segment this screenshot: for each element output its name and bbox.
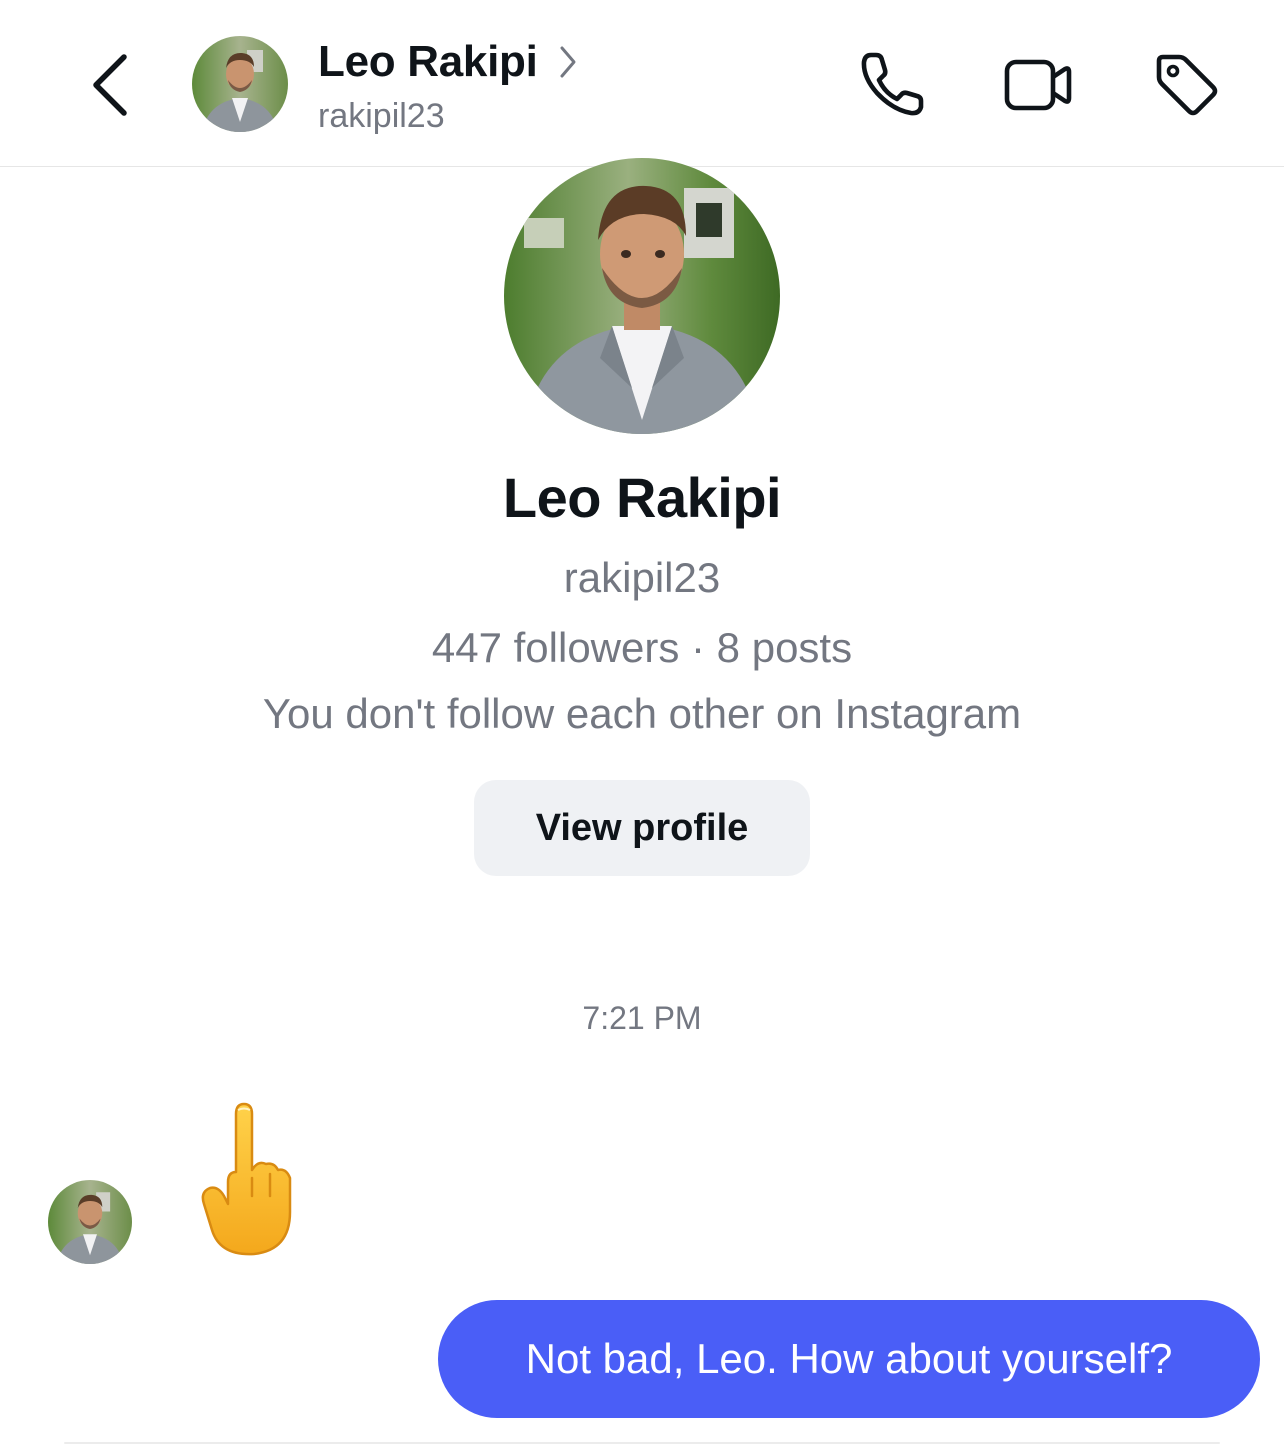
view-profile-button[interactable]: View profile [474,780,810,876]
follow-status: You don't follow each other on Instagram [262,690,1022,737]
audio-call-button[interactable] [852,44,932,124]
profile-avatar[interactable] [504,158,780,434]
chat-screen: Leo Rakipi rakipil23 Leo Rakipi rakipil2… [0,0,1284,1447]
contact-name-link[interactable]: Leo Rakipi [318,36,578,88]
avatar[interactable] [192,36,288,132]
tag-icon [1156,54,1218,116]
chevron-left-icon [93,54,127,116]
chat-header: Leo Rakipi rakipil23 [0,0,1284,167]
video-camera-icon [1004,59,1072,111]
sent-message-bubble[interactable]: Not bad, Leo. How about yourself? [438,1300,1260,1418]
chevron-right-icon [560,46,575,78]
contact-username: rakipil23 [318,97,445,135]
back-button[interactable] [70,40,150,130]
profile-name: Leo Rakipi [502,466,782,529]
sender-avatar[interactable] [48,1180,132,1264]
profile-stats: 447 followers · 8 posts [431,624,853,671]
phone-icon [861,52,924,116]
video-call-button[interactable] [998,44,1078,124]
received-emoji-message[interactable] [196,1100,300,1260]
tag-button[interactable] [1146,44,1226,124]
profile-username: rakipil23 [563,554,721,601]
message-timestamp: 7:21 PM [582,1000,702,1036]
contact-name: Leo Rakipi [318,37,538,86]
composer-divider [64,1442,1220,1444]
